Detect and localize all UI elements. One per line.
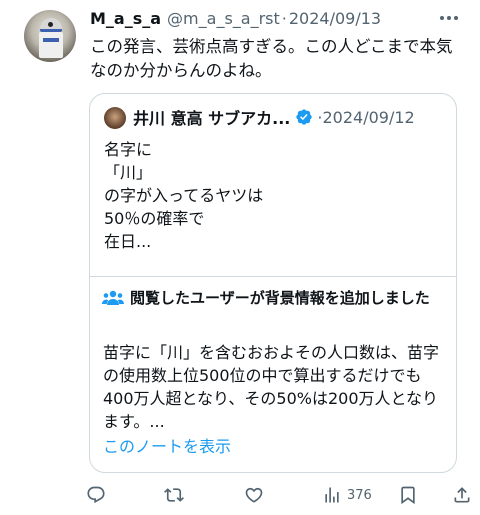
more-icon — [440, 16, 458, 20]
people-icon — [102, 290, 124, 305]
community-note[interactable]: 閲覧したユーザーが背景情報を追加しました 苗字に「川」を含むおおよその人口数は、… — [90, 276, 456, 472]
like-button[interactable] — [244, 485, 264, 505]
avatar-robot-stripe — [43, 38, 59, 42]
share-icon — [454, 487, 470, 503]
quoted-avatar[interactable] — [104, 107, 126, 129]
user-handle[interactable]: @m_a_s_a_rst — [167, 9, 280, 28]
views-button[interactable]: 376 — [322, 485, 372, 505]
quoted-date: 2024/09/12 — [322, 107, 415, 127]
tweet-header: M_a_s_a @m_a_s_a_rst · 2024/09/13 — [90, 9, 381, 31]
quoted-tweet[interactable]: 井川 意高 サブアカ... ·2024/09/12 名字に 「川」 の字が入って… — [89, 93, 457, 473]
views-count: 376 — [347, 487, 372, 503]
community-note-title: 閲覧したユーザーが背景情報を追加しました — [130, 289, 430, 307]
avatar-robot-body — [39, 32, 63, 58]
reply-button[interactable] — [86, 485, 106, 505]
display-name[interactable]: M_a_s_a — [90, 9, 161, 28]
tweet-text: この発言、芸術点高すぎる。この人どこまで本気なのか分からんのよね。 — [90, 37, 453, 80]
avatar[interactable] — [24, 10, 76, 62]
reply-icon — [87, 486, 105, 504]
more-button[interactable] — [436, 8, 462, 28]
separator-dot: · — [281, 9, 287, 28]
action-bar: 376 — [0, 485, 480, 507]
quoted-date-line[interactable]: ·2024/09/12 — [317, 108, 414, 127]
bookmark-button[interactable] — [398, 485, 418, 505]
like-icon — [245, 487, 263, 503]
quoted-author-name[interactable]: 井川 意高 サブアカ... — [133, 105, 290, 129]
quoted-header: 井川 意高 サブアカ... ·2024/09/12 — [133, 105, 415, 129]
show-note-link[interactable]: このノートを表示 — [103, 436, 231, 458]
tweet-date[interactable]: 2024/09/13 — [289, 9, 381, 28]
community-note-body: 苗字に「川」を含むおおよその人口数は、苗字の使用数上位500位の中で算出するだけ… — [103, 343, 440, 431]
verified-icon — [296, 109, 313, 125]
views-icon — [325, 487, 339, 503]
share-button[interactable] — [452, 485, 472, 505]
avatar-robot-eye — [48, 22, 53, 27]
quoted-text: 名字に 「川」 の字が入ってるヤツは 50％の確率で 在日... — [104, 140, 264, 251]
tweet[interactable]: M_a_s_a @m_a_s_a_rst · 2024/09/13 この発言、芸… — [0, 0, 480, 515]
bookmark-icon — [401, 486, 415, 505]
repost-icon — [164, 488, 184, 502]
repost-button[interactable] — [164, 485, 184, 505]
